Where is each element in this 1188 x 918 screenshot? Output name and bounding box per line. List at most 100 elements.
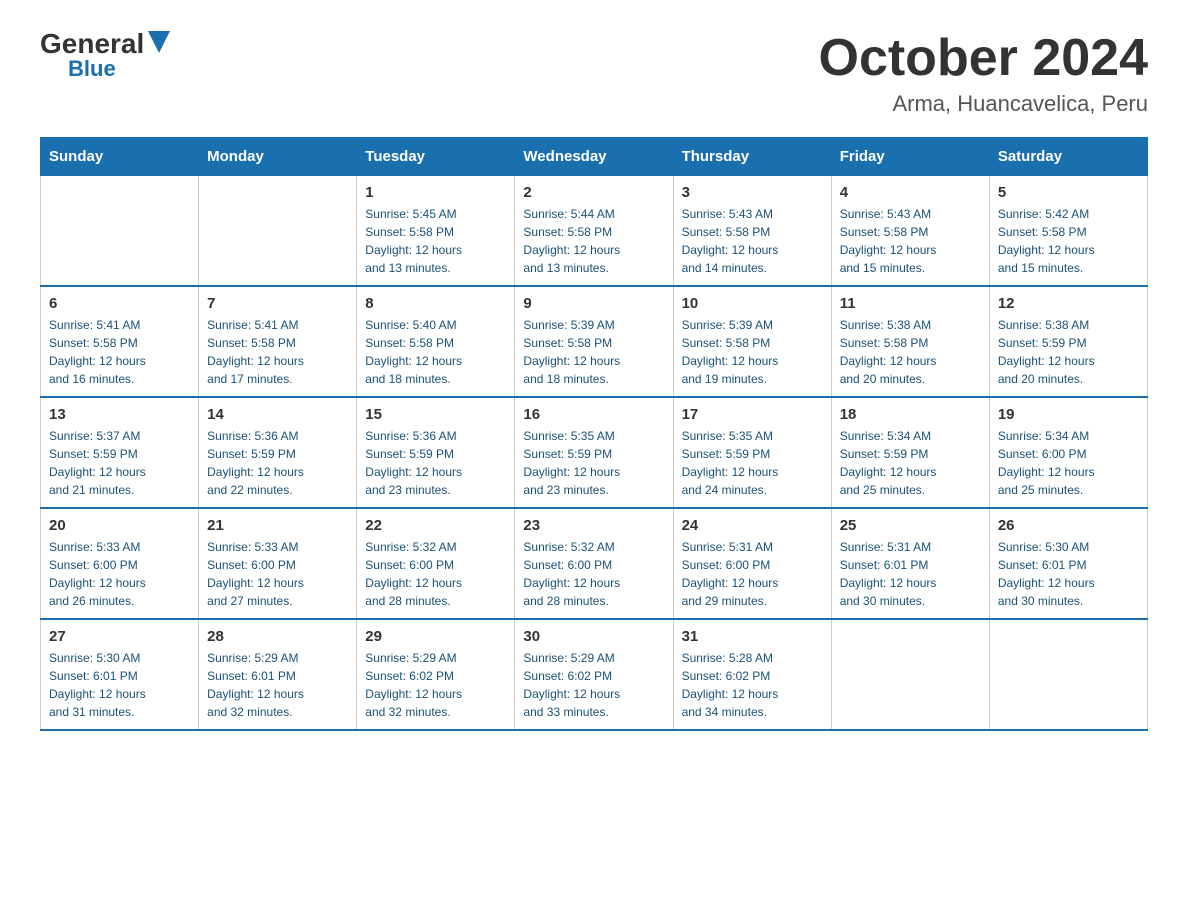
calendar-cell: 3 Sunrise: 5:43 AM Sunset: 5:58 PM Daylig…: [673, 176, 831, 287]
day-info: Sunrise: 5:45 AM Sunset: 5:58 PM Dayligh…: [365, 205, 506, 277]
calendar-cell: 14 Sunrise: 5:36 AM Sunset: 5:59 PM Dayli…: [199, 397, 357, 508]
calendar-cell: [989, 619, 1147, 730]
day-info: Sunrise: 5:30 AM Sunset: 6:01 PM Dayligh…: [998, 538, 1139, 610]
calendar-cell: [831, 619, 989, 730]
calendar-cell: 24Sunrise: 5:31 AM Sunset: 6:00 PM Dayli…: [673, 508, 831, 619]
calendar-cell: 4 Sunrise: 5:43 AM Sunset: 5:58 PM Daylig…: [831, 176, 989, 287]
calendar-cell: 9 Sunrise: 5:39 AM Sunset: 5:58 PM Daylig…: [515, 286, 673, 397]
calendar-cell: 22 Sunrise: 5:32 AM Sunset: 6:00 PM Dayli…: [357, 508, 515, 619]
day-number: 7: [207, 295, 348, 312]
title-block: October 2024 Arma, Huancavelica, Peru: [819, 30, 1149, 117]
day-info: Sunrise: 5:43 AM Sunset: 5:58 PM Dayligh…: [682, 205, 823, 277]
day-number: 16: [523, 406, 664, 423]
day-number: 21: [207, 517, 348, 534]
day-info: Sunrise: 5:34 AM Sunset: 6:00 PM Dayligh…: [998, 427, 1139, 499]
day-number: 30: [523, 628, 664, 645]
day-number: 23: [523, 517, 664, 534]
month-title: October 2024: [819, 30, 1149, 87]
day-number: 18: [840, 406, 981, 423]
day-number: 31: [682, 628, 823, 645]
day-number: 19: [998, 406, 1139, 423]
day-number: 24: [682, 517, 823, 534]
day-info: Sunrise: 5:33 AM Sunset: 6:00 PM Dayligh…: [207, 538, 348, 610]
day-number: 2: [523, 184, 664, 201]
calendar-cell: 29 Sunrise: 5:29 AM Sunset: 6:02 PM Dayli…: [357, 619, 515, 730]
day-info: Sunrise: 5:44 AM Sunset: 5:58 PM Dayligh…: [523, 205, 664, 277]
day-info: Sunrise: 5:40 AM Sunset: 5:58 PM Dayligh…: [365, 316, 506, 388]
calendar-cell: 11Sunrise: 5:38 AM Sunset: 5:58 PM Dayli…: [831, 286, 989, 397]
day-info: Sunrise: 5:36 AM Sunset: 5:59 PM Dayligh…: [365, 427, 506, 499]
calendar-cell: 12 Sunrise: 5:38 AM Sunset: 5:59 PM Dayli…: [989, 286, 1147, 397]
calendar-header-sunday: Sunday: [41, 138, 199, 176]
day-info: Sunrise: 5:38 AM Sunset: 5:58 PM Dayligh…: [840, 316, 981, 388]
day-info: Sunrise: 5:39 AM Sunset: 5:58 PM Dayligh…: [682, 316, 823, 388]
calendar-week-row: 6 Sunrise: 5:41 AM Sunset: 5:58 PM Daylig…: [41, 286, 1148, 397]
day-number: 15: [365, 406, 506, 423]
day-number: 14: [207, 406, 348, 423]
day-info: Sunrise: 5:37 AM Sunset: 5:59 PM Dayligh…: [49, 427, 190, 499]
calendar-cell: 21 Sunrise: 5:33 AM Sunset: 6:00 PM Dayli…: [199, 508, 357, 619]
day-info: Sunrise: 5:28 AM Sunset: 6:02 PM Dayligh…: [682, 649, 823, 721]
calendar-week-row: 1Sunrise: 5:45 AM Sunset: 5:58 PM Daylig…: [41, 176, 1148, 287]
day-number: 4: [840, 184, 981, 201]
day-info: Sunrise: 5:42 AM Sunset: 5:58 PM Dayligh…: [998, 205, 1139, 277]
calendar-week-row: 20Sunrise: 5:33 AM Sunset: 6:00 PM Dayli…: [41, 508, 1148, 619]
calendar-cell: 20Sunrise: 5:33 AM Sunset: 6:00 PM Dayli…: [41, 508, 199, 619]
day-info: Sunrise: 5:43 AM Sunset: 5:58 PM Dayligh…: [840, 205, 981, 277]
calendar-cell: 16 Sunrise: 5:35 AM Sunset: 5:59 PM Dayli…: [515, 397, 673, 508]
calendar-week-row: 27Sunrise: 5:30 AM Sunset: 6:01 PM Dayli…: [41, 619, 1148, 730]
calendar-cell: 31 Sunrise: 5:28 AM Sunset: 6:02 PM Dayli…: [673, 619, 831, 730]
day-info: Sunrise: 5:29 AM Sunset: 6:01 PM Dayligh…: [207, 649, 348, 721]
day-number: 6: [49, 295, 190, 312]
calendar-cell: 26 Sunrise: 5:30 AM Sunset: 6:01 PM Dayli…: [989, 508, 1147, 619]
day-info: Sunrise: 5:38 AM Sunset: 5:59 PM Dayligh…: [998, 316, 1139, 388]
day-number: 3: [682, 184, 823, 201]
day-info: Sunrise: 5:32 AM Sunset: 6:00 PM Dayligh…: [523, 538, 664, 610]
logo-blue-text: Blue: [68, 58, 116, 80]
day-info: Sunrise: 5:29 AM Sunset: 6:02 PM Dayligh…: [365, 649, 506, 721]
calendar-header-wednesday: Wednesday: [515, 138, 673, 176]
calendar-cell: [41, 176, 199, 287]
calendar-cell: 28Sunrise: 5:29 AM Sunset: 6:01 PM Dayli…: [199, 619, 357, 730]
logo-general-text: General: [40, 30, 144, 58]
day-info: Sunrise: 5:32 AM Sunset: 6:00 PM Dayligh…: [365, 538, 506, 610]
day-info: Sunrise: 5:35 AM Sunset: 5:59 PM Dayligh…: [523, 427, 664, 499]
calendar-cell: 5Sunrise: 5:42 AM Sunset: 5:58 PM Daylig…: [989, 176, 1147, 287]
day-number: 10: [682, 295, 823, 312]
calendar-cell: 1Sunrise: 5:45 AM Sunset: 5:58 PM Daylig…: [357, 176, 515, 287]
day-number: 12: [998, 295, 1139, 312]
calendar-cell: 25Sunrise: 5:31 AM Sunset: 6:01 PM Dayli…: [831, 508, 989, 619]
calendar-cell: 15 Sunrise: 5:36 AM Sunset: 5:59 PM Dayli…: [357, 397, 515, 508]
calendar-header-thursday: Thursday: [673, 138, 831, 176]
day-number: 13: [49, 406, 190, 423]
calendar-header-monday: Monday: [199, 138, 357, 176]
calendar-header-row: SundayMondayTuesdayWednesdayThursdayFrid…: [41, 138, 1148, 176]
day-info: Sunrise: 5:41 AM Sunset: 5:58 PM Dayligh…: [49, 316, 190, 388]
calendar-cell: 17Sunrise: 5:35 AM Sunset: 5:59 PM Dayli…: [673, 397, 831, 508]
page-header: General Blue October 2024 Arma, Huancave…: [40, 30, 1148, 117]
location-title: Arma, Huancavelica, Peru: [819, 91, 1149, 117]
day-number: 22: [365, 517, 506, 534]
day-number: 9: [523, 295, 664, 312]
calendar-table: SundayMondayTuesdayWednesdayThursdayFrid…: [40, 137, 1148, 731]
day-number: 8: [365, 295, 506, 312]
calendar-cell: 10 Sunrise: 5:39 AM Sunset: 5:58 PM Dayli…: [673, 286, 831, 397]
day-number: 27: [49, 628, 190, 645]
calendar-cell: 23 Sunrise: 5:32 AM Sunset: 6:00 PM Dayli…: [515, 508, 673, 619]
calendar-cell: 13 Sunrise: 5:37 AM Sunset: 5:59 PM Dayli…: [41, 397, 199, 508]
day-number: 26: [998, 517, 1139, 534]
calendar-header-saturday: Saturday: [989, 138, 1147, 176]
day-number: 29: [365, 628, 506, 645]
calendar-cell: 19 Sunrise: 5:34 AM Sunset: 6:00 PM Dayli…: [989, 397, 1147, 508]
day-info: Sunrise: 5:34 AM Sunset: 5:59 PM Dayligh…: [840, 427, 981, 499]
logo-triangle-icon: [148, 31, 170, 53]
calendar-cell: 18 Sunrise: 5:34 AM Sunset: 5:59 PM Dayli…: [831, 397, 989, 508]
day-info: Sunrise: 5:29 AM Sunset: 6:02 PM Dayligh…: [523, 649, 664, 721]
calendar-cell: 2 Sunrise: 5:44 AM Sunset: 5:58 PM Daylig…: [515, 176, 673, 287]
calendar-cell: [199, 176, 357, 287]
calendar-cell: 27Sunrise: 5:30 AM Sunset: 6:01 PM Dayli…: [41, 619, 199, 730]
calendar-header-friday: Friday: [831, 138, 989, 176]
day-info: Sunrise: 5:39 AM Sunset: 5:58 PM Dayligh…: [523, 316, 664, 388]
day-info: Sunrise: 5:31 AM Sunset: 6:01 PM Dayligh…: [840, 538, 981, 610]
day-info: Sunrise: 5:36 AM Sunset: 5:59 PM Dayligh…: [207, 427, 348, 499]
